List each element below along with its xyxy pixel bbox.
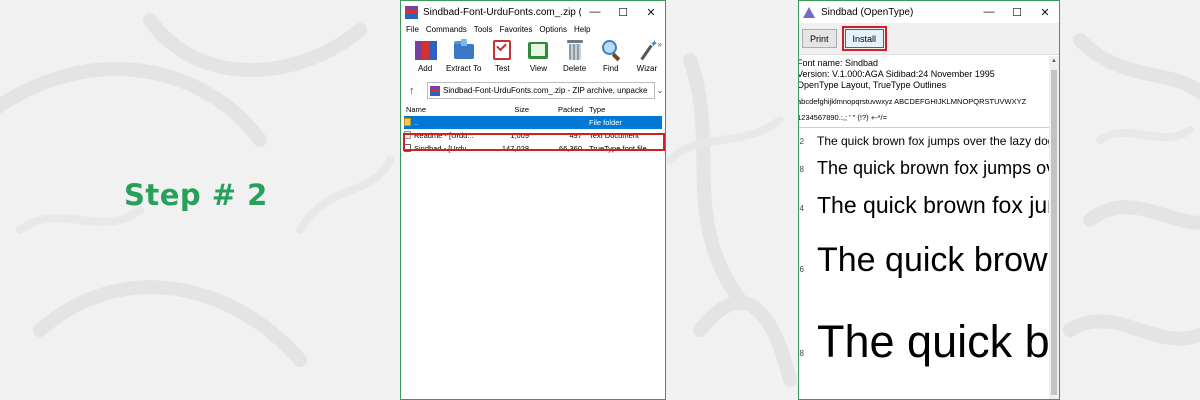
print-button[interactable]: Print [802,29,837,48]
winrar-toolbar: Add Extract To Test View Delete Find ✦ W… [401,36,665,78]
font-outline-line: OpenType Layout, TrueType Outlines [798,80,947,90]
view-button[interactable]: View [520,39,556,73]
address-bar: ↑ Sindbad-Font-UrduFonts.com_.zip - ZIP … [401,80,665,101]
font-viewer-title: Sindbad (OpenType) [821,6,914,18]
sample-text: The quick brown [817,316,1059,367]
extract-icon [453,39,475,61]
column-type[interactable]: Type [589,105,665,114]
minimize-button[interactable]: — [975,1,1003,23]
divider [799,127,1050,128]
font-version-line: Version: V.1.000:AGA Sidibad:24 November… [798,69,995,79]
scroll-thumb[interactable] [1051,70,1057,395]
address-dropdown-icon[interactable]: ⌄ [655,86,665,95]
archive-icon [430,85,440,96]
maximize-button[interactable]: ☐ [609,1,637,23]
sample-size: 36 [799,265,804,274]
font-file-highlight-box [403,133,665,151]
sample-text: The quick brown fox jumps over the lazy … [817,134,1059,148]
column-name[interactable]: Name [406,105,484,114]
file-name: .. [414,118,419,127]
file-type: File folder [589,118,622,127]
view-icon [527,39,549,61]
menu-tools[interactable]: Tools [474,25,493,34]
font-name-line: Font name: Sindbad [798,58,879,68]
menu-commands[interactable]: Commands [426,25,467,34]
sample-size: 48 [799,349,804,358]
close-button[interactable]: ✕ [637,1,665,23]
wizard-icon: ✦ [636,39,658,61]
find-button[interactable]: Find [593,39,629,73]
test-icon [491,39,513,61]
winrar-titlebar[interactable]: Sindbad-Font-UrduFonts.com_.zip (evalua.… [401,1,665,23]
sample-text: The quick brown fox jumps [817,192,1059,218]
menu-help[interactable]: Help [574,25,590,34]
delete-icon [564,39,586,61]
winrar-menubar: File Commands Tools Favorites Options He… [401,23,665,36]
up-folder-icon[interactable]: ↑ [409,85,427,97]
column-packed[interactable]: Packed [547,105,583,114]
font-viewer-app-icon [803,6,815,18]
column-size[interactable]: Size [499,105,529,114]
scroll-up-icon[interactable]: ▲ [1049,56,1059,64]
charset-digits: 1234567890.:,; ' " (!?) +-*/= [798,113,887,122]
sample-size: 18 [799,165,804,174]
add-icon [414,39,438,61]
extract-to-button[interactable]: Extract To [443,39,484,73]
vertical-scrollbar[interactable]: ▲ [1049,56,1059,399]
minimize-button[interactable]: — [581,1,609,23]
menu-favorites[interactable]: Favorites [499,25,532,34]
font-viewer-toolbar: Print Install [799,23,1059,55]
sample-size: 12 [799,137,804,146]
add-button[interactable]: Add [407,39,443,73]
font-viewer-window: Sindbad (OpenType) — ☐ ✕ Print Install F… [798,0,1060,400]
toolbar-more-chevron-icon[interactable]: » [658,40,662,49]
sample-size: 24 [799,204,804,213]
font-viewer-titlebar[interactable]: Sindbad (OpenType) — ☐ ✕ [799,1,1059,23]
address-text: Sindbad-Font-UrduFonts.com_.zip - ZIP ar… [443,86,648,95]
file-list-header: Name Size Packed Type [401,103,665,116]
font-info: Font name: Sindbad Version: V.1.000:AGA … [798,55,1059,91]
install-button[interactable]: Install [844,29,885,48]
address-field[interactable]: Sindbad-Font-UrduFonts.com_.zip - ZIP ar… [427,82,655,99]
winrar-window-title: Sindbad-Font-UrduFonts.com_.zip (evalua.… [423,6,581,18]
delete-button[interactable]: Delete [557,39,593,73]
folder-icon [404,118,411,126]
test-button[interactable]: Test [484,39,520,73]
file-row-parent-folder[interactable]: .. File folder [404,116,662,129]
install-highlight-box: Install [841,26,888,51]
find-icon [600,39,622,62]
menu-file[interactable]: File [406,25,419,34]
maximize-button[interactable]: ☐ [1003,1,1031,23]
close-button[interactable]: ✕ [1031,1,1059,23]
character-set: abcdefghijklmnopqrstuvwxyz ABCDEFGHIJKLM… [798,91,1059,122]
sample-text: The quick brown fox jumps over the lazy … [817,158,1059,178]
charset-letters: abcdefghijklmnopqrstuvwxyz ABCDEFGHIJKLM… [798,97,1027,106]
winrar-app-icon [405,5,418,19]
step-title: Step # 2 [124,178,268,212]
sample-text: The quick brown fox [817,241,1060,279]
winrar-window: Sindbad-Font-UrduFonts.com_.zip (evalua.… [400,0,666,400]
menu-options[interactable]: Options [539,25,567,34]
